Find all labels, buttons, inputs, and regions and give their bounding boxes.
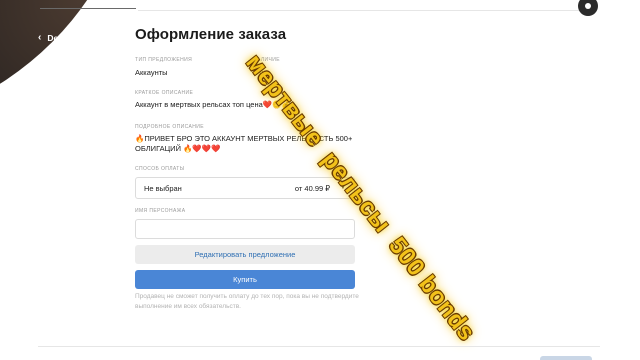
chevron-left-icon: ‹ <box>38 32 42 43</box>
character-name-input[interactable] <box>135 219 355 239</box>
bottom-tab <box>540 356 592 360</box>
short-description: КРАТКОЕ ОПИСАНИЕ Аккаунт в мертвых рельс… <box>135 90 365 109</box>
full-description-label: ПОДРОБНОЕ ОПИСАНИЕ <box>135 124 205 130</box>
buy-button[interactable]: Купить <box>135 270 355 289</box>
sidebar-divider <box>40 8 136 9</box>
character-name-label: ИМЯ ПЕРСОНАЖА <box>135 208 186 214</box>
back-link-label: Dead Rails Roblox <box>47 33 122 43</box>
sidebar-backdrop <box>0 0 140 130</box>
page-title: Оформление заказа <box>135 26 287 43</box>
back-link[interactable]: ‹ Dead Rails Roblox <box>38 32 122 44</box>
page: ‹ Dead Rails Roblox Оформление заказа ТИ… <box>0 0 640 360</box>
payment-price: от 40.99 ₽ <box>294 183 331 193</box>
short-description-value: Аккаунт в мертвых рельсах топ цена❤️🪙💰 <box>135 100 291 109</box>
seller-note: Продавец не сможет получить оплату до те… <box>135 293 359 310</box>
order-form: Оформление заказа ТИП ПРЕДЛОЖЕНИЯ Аккаун… <box>135 26 365 310</box>
payment-method-selected: Не выбран <box>144 183 182 193</box>
top-divider <box>138 10 586 11</box>
close-icon[interactable] <box>578 0 598 16</box>
short-description-label: КРАТКОЕ ОПИСАНИЕ <box>135 90 194 96</box>
bottom-divider <box>38 346 600 347</box>
offer-type-value: Аккаунты <box>135 68 168 77</box>
payment-method-select[interactable]: Не выбран от 40.99 ₽ ▼ <box>135 177 355 199</box>
offer-type: ТИП ПРЕДЛОЖЕНИЯ Аккаунты <box>135 57 192 77</box>
offer-type-label: ТИП ПРЕДЛОЖЕНИЯ <box>135 57 193 63</box>
character-name: ИМЯ ПЕРСОНАЖА <box>135 208 355 239</box>
edit-offer-button[interactable]: Редактировать предложение <box>135 245 355 264</box>
promo-word-3: 500 bonds <box>383 232 481 347</box>
